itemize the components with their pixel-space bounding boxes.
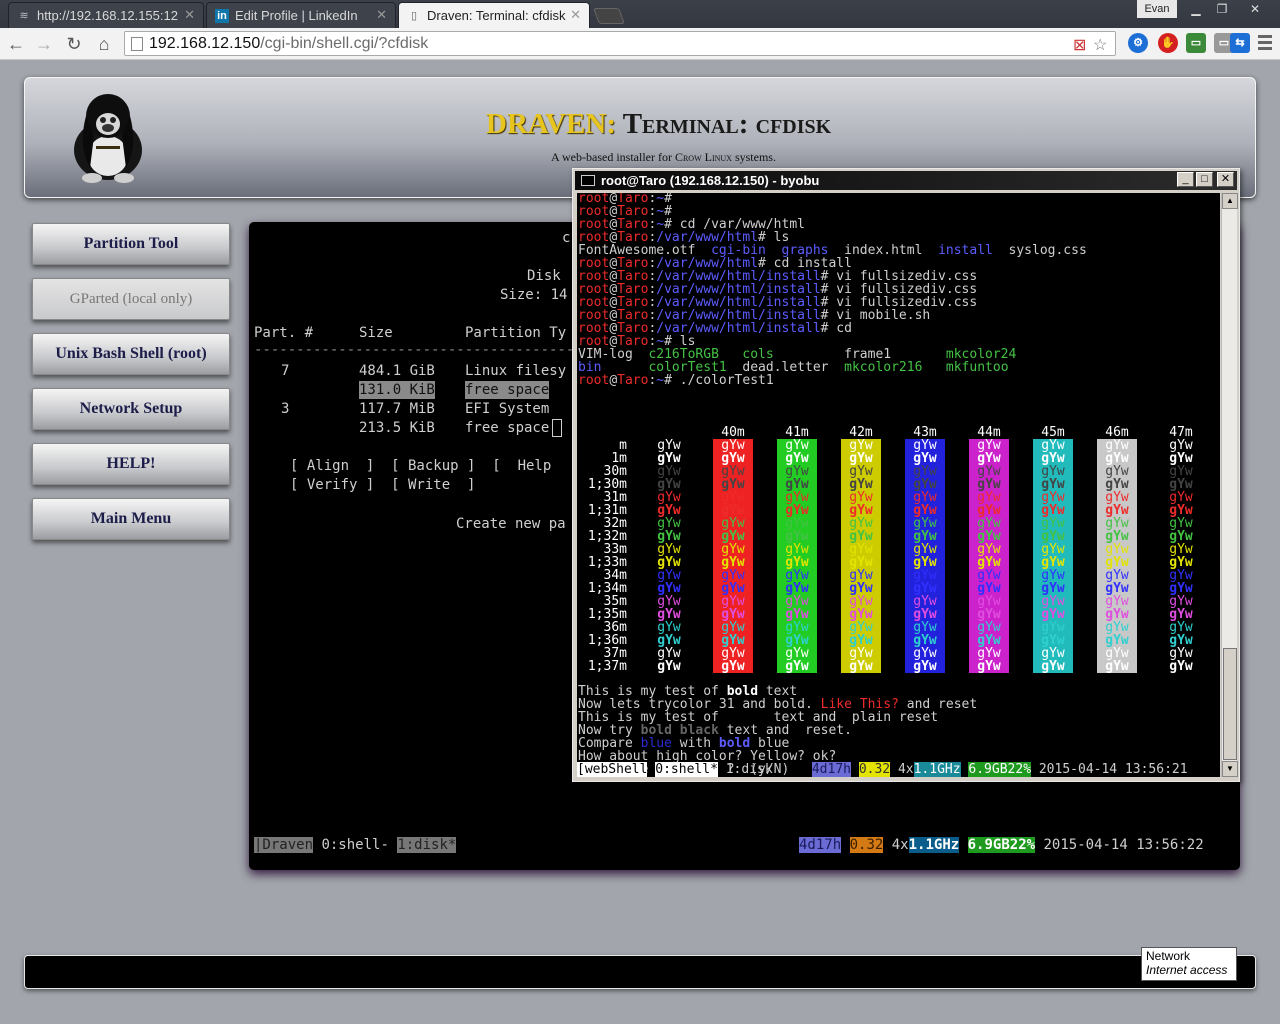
bash-shell-button[interactable]: Unix Bash Shell (root) xyxy=(32,333,230,375)
row-type-selected[interactable]: free space xyxy=(465,381,550,399)
maximize-icon[interactable]: □ xyxy=(1196,172,1213,187)
row-type: EFI System xyxy=(465,401,550,417)
close-window-icon[interactable]: ✕ xyxy=(1240,0,1270,18)
partition-tool-button[interactable]: Partition Tool xyxy=(32,223,230,265)
back-icon[interactable]: ← xyxy=(4,32,28,56)
row-type: Linux filesy xyxy=(465,363,567,379)
page-icon xyxy=(131,37,143,51)
scroll-up-icon[interactable]: ▲ xyxy=(1222,193,1238,209)
cfdisk-heading: c xyxy=(562,230,571,246)
home-icon[interactable]: ⌂ xyxy=(92,32,116,56)
color-row-label: 1;37m xyxy=(587,659,627,674)
chrome-menu-icon[interactable] xyxy=(1258,35,1272,51)
browser-toolbar: ← → ↻ ⌂ 192.168.12.150/cgi-bin/shell.cgi… xyxy=(0,28,1280,60)
restore-icon[interactable]: ❐ xyxy=(1208,0,1236,18)
disk-label: Disk xyxy=(527,268,561,284)
page-tagline: A web-based installer for Crow Linux sys… xyxy=(551,150,776,164)
page-icon: ▯ xyxy=(410,10,418,22)
tab-linkedin[interactable]: in Edit Profile | LinkedIn ✕ xyxy=(206,2,396,28)
crow-penguin-logo xyxy=(74,94,142,183)
putty-scrollbar[interactable]: ▲ ▼ xyxy=(1221,193,1238,777)
row-size: 117.7 MiB xyxy=(359,401,435,417)
window-0: 0:shell- xyxy=(313,837,398,853)
blocked-content-icon[interactable]: ⊠ xyxy=(1073,35,1086,55)
col-size: Size xyxy=(359,325,393,341)
color-sample: gYw xyxy=(913,659,937,674)
main-menu-button[interactable]: Main Menu xyxy=(32,498,230,540)
putty-window[interactable]: root@Taro (192.168.12.150) - byobu _ □ ✕… xyxy=(572,168,1240,782)
linkedin-icon: in xyxy=(215,9,229,23)
row-part: 7 xyxy=(281,363,290,379)
page-title: DRAVEN: Terminal: cfdisk xyxy=(486,108,832,140)
close-icon[interactable]: ✕ xyxy=(376,7,387,23)
forward-icon[interactable]: → xyxy=(32,32,56,56)
network-tooltip: Network Internet access xyxy=(1141,947,1237,981)
address-bar[interactable]: 192.168.12.150/cgi-bin/shell.cgi/?cfdisk… xyxy=(124,31,1116,56)
help-button[interactable]: HELP! xyxy=(32,443,230,485)
cfdisk-menu-line2[interactable]: [ Verify ] [ Write ] xyxy=(290,476,475,494)
url-text: 192.168.12.150/cgi-bin/shell.cgi/?cfdisk xyxy=(149,35,429,52)
col-part-number: Part. # xyxy=(254,325,314,341)
extension-off-icon[interactable]: ⚙ xyxy=(1128,33,1148,53)
putty-titlebar[interactable]: root@Taro (192.168.12.150) - byobu xyxy=(575,171,1237,190)
byobu-stats: 4d17h 0.32 4x1.1GHz 6.9GB22% 2015-04-14 … xyxy=(799,837,1204,853)
close-icon[interactable]: ✕ xyxy=(1217,172,1234,187)
scroll-thumb[interactable] xyxy=(1223,648,1237,760)
color-sample: gYw xyxy=(1041,659,1065,674)
color-sample: gYw xyxy=(657,659,681,674)
tab-ip-address[interactable]: ≋ http://192.168.12.155:12 ✕ xyxy=(8,2,204,28)
close-icon[interactable]: ✕ xyxy=(570,7,581,23)
putty-terminal-screen[interactable]: root@Taro:~# root@Taro:~# root@Taro:~# c… xyxy=(577,193,1220,777)
cfdisk-menu-line1[interactable]: [ Align ] [ Backup ] [ Help xyxy=(290,457,551,475)
row-size: 213.5 KiB xyxy=(359,420,435,436)
byobu-status-bar: |Draven 0:shell- 1:disk* xyxy=(254,836,457,854)
tab-draven-terminal[interactable]: ▯ Draven: Terminal: cfdisk ✕ xyxy=(398,2,590,28)
minimize-icon[interactable]: ▁ xyxy=(1182,0,1210,18)
wifi-icon: ≋ xyxy=(19,10,29,22)
extension-stop-icon[interactable]: ✋ xyxy=(1158,33,1178,53)
divider: -------------------------------------- xyxy=(254,342,575,358)
reload-icon[interactable]: ↻ xyxy=(62,32,86,56)
row-part: 3 xyxy=(281,401,290,417)
color-sample: gYw xyxy=(977,659,1001,674)
profile-badge[interactable]: Evan xyxy=(1137,0,1177,18)
putty-title-text: root@Taro (192.168.12.150) - byobu xyxy=(601,173,820,188)
session-name: |Draven xyxy=(254,837,314,853)
tab-label: Draven: Terminal: cfdisk xyxy=(427,8,566,23)
window-1: 1:disk* xyxy=(397,837,457,853)
scroll-down-icon[interactable]: ▼ xyxy=(1222,761,1238,777)
tab-label: http://192.168.12.155:12 xyxy=(37,8,178,23)
network-setup-button[interactable]: Network Setup xyxy=(32,388,230,430)
new-tab-button[interactable] xyxy=(593,8,625,24)
putty-status-bar: [webShell 0:shell* 1:disk 4d17h 0.32 4x1… xyxy=(577,762,1188,777)
tab-label: Edit Profile | LinkedIn xyxy=(235,8,358,23)
color-sample: gYw xyxy=(721,659,745,674)
color-sample: gYw xyxy=(785,659,809,674)
row-type: free space xyxy=(465,420,550,436)
row-size: 484.1 GiB xyxy=(359,363,435,379)
extension-network-icon[interactable]: ⇆ xyxy=(1230,33,1250,53)
row-size-selected[interactable]: 131.0 KiB xyxy=(359,381,435,399)
extension-icon[interactable]: ▭ xyxy=(1186,33,1206,53)
close-icon[interactable]: ✕ xyxy=(184,7,195,23)
cfdisk-hint: Create new pa xyxy=(456,516,566,532)
minimize-icon[interactable]: _ xyxy=(1177,172,1194,187)
color-sample: gYw xyxy=(1105,659,1129,674)
text-cursor xyxy=(552,419,562,437)
footer-bar xyxy=(24,955,1256,989)
col-partition-type: Partition Ty xyxy=(465,325,567,341)
gparted-button[interactable]: GParted (local only) xyxy=(32,278,230,320)
disk-size: Size: 14 xyxy=(500,287,568,303)
color-sample: gYw xyxy=(849,659,873,674)
terminal-icon xyxy=(581,175,595,186)
bookmark-star-icon[interactable]: ☆ xyxy=(1093,35,1107,55)
color-sample: gYw xyxy=(1169,659,1193,674)
